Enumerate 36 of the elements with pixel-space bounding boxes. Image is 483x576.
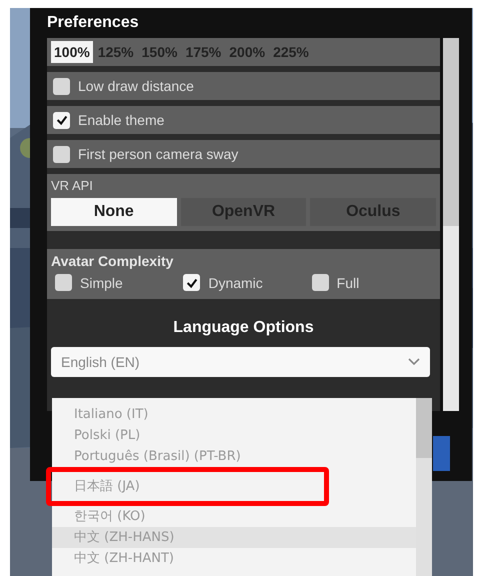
section-label: Avatar Complexity (51, 253, 174, 269)
chevron-down-icon (408, 358, 420, 366)
scrollbar[interactable] (416, 398, 432, 576)
checkbox[interactable] (53, 112, 70, 128)
checkbox[interactable] (55, 274, 72, 291)
dropdown-item[interactable]: Italiano (IT) (52, 404, 416, 425)
option-button[interactable]: None (51, 198, 177, 226)
setting-label: Enable theme (78, 112, 164, 128)
option-label: Simple (80, 274, 123, 290)
language-select[interactable]: English (EN) (51, 347, 430, 377)
dropdown-item[interactable]: 中文 (ZH-HANS) (52, 527, 416, 548)
scale-option[interactable]: 150% (138, 41, 180, 63)
option-label: Full (336, 274, 360, 290)
section-label: VR API (51, 178, 94, 193)
scale-option[interactable]: 125% (94, 41, 137, 63)
scale-option[interactable]: 200% (226, 41, 268, 63)
checkbox[interactable] (53, 146, 70, 162)
dropdown-item[interactable]: Português (Brasil) (PT-BR) (52, 446, 416, 467)
checkbox[interactable] (183, 274, 200, 291)
setting-label: First person camera sway (78, 146, 238, 162)
dropdown-item[interactable]: 한국어 (KO) (52, 506, 416, 527)
section-heading: Language Options (172, 319, 315, 337)
setting-label: Low draw distance (78, 78, 194, 94)
scale-option[interactable]: 100% (51, 41, 93, 63)
dropdown-item[interactable]: Polski (PL) (52, 425, 416, 446)
scale-option[interactable]: 225% (270, 41, 312, 63)
dropdown-item[interactable]: 中文 (ZH-HANT) (52, 548, 416, 569)
window-title: Preferences (47, 14, 140, 33)
checkbox[interactable] (312, 274, 329, 291)
scale-option[interactable]: 175% (182, 41, 224, 63)
scrollbar-thumb[interactable] (443, 38, 459, 226)
dropdown-item[interactable]: 日本語 (JA) (74, 479, 140, 494)
scrollbar[interactable] (443, 38, 459, 411)
checkbox[interactable] (53, 78, 70, 94)
option-label: Dynamic (208, 274, 263, 290)
scrollbar-thumb[interactable] (416, 398, 432, 458)
